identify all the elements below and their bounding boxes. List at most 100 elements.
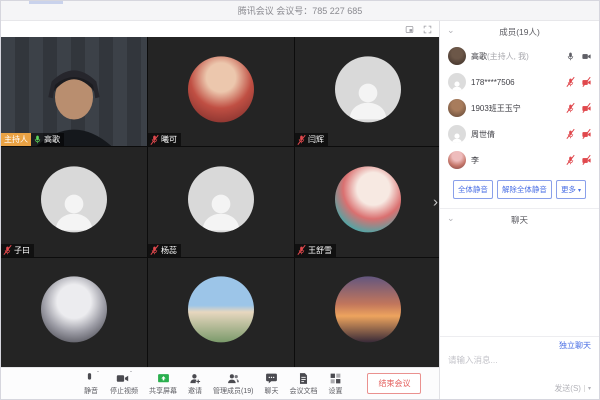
meeting-toolbar: ˆ 静音 ˆ 停止视频 共享屏幕 邀请 管理成员(19) 聊天 [1, 367, 441, 399]
manage-members-button[interactable]: 管理成员(19) [213, 372, 253, 396]
collapse-chat-icon[interactable]: ⌄ [447, 213, 455, 224]
member-row[interactable]: 李 [440, 147, 599, 173]
member-camera-icon[interactable] [582, 78, 591, 87]
layout-view-icon[interactable] [405, 25, 414, 34]
mute-button[interactable]: ˆ 静音 [83, 372, 99, 396]
stop-video-button[interactable]: ˆ 停止视频 [110, 372, 138, 396]
video-tile[interactable] [1, 258, 147, 367]
meeting-docs-button[interactable]: 会议文档 [289, 372, 317, 396]
member-camera-icon[interactable] [582, 130, 591, 139]
video-tile-host[interactable]: 主持人 高歌 [1, 37, 147, 146]
person-video-silhouette [11, 48, 137, 147]
sidebar: ⌄ 成员(19人) 高歌(主持人, 我) 178****7506 1903班王玉… [439, 21, 599, 399]
members-icon [227, 372, 240, 385]
member-avatar [448, 151, 466, 169]
person-icon [450, 79, 463, 91]
video-grid: 主持人 高歌 曦可 [1, 37, 441, 367]
members-section-header: ⌄ 成员(19人) [440, 21, 599, 43]
end-meeting-button[interactable]: 结束会议 [367, 373, 421, 394]
host-badge: 主持人 [1, 133, 31, 146]
person-icon [344, 75, 393, 122]
share-screen-icon [157, 372, 170, 385]
more-button[interactable]: 更多 ▾ [556, 180, 586, 199]
member-name: 178****7506 [471, 78, 515, 87]
member-avatar [448, 47, 466, 65]
member-mic-icon[interactable] [566, 52, 575, 61]
member-camera-icon[interactable] [582, 104, 591, 113]
chat-section-header: ⌄ 聊天 [440, 209, 599, 231]
chat-input[interactable] [440, 352, 599, 378]
member-avatar [448, 99, 466, 117]
unmute-all-button[interactable]: 解除全体静音 [497, 180, 552, 199]
members-header-label: 成员(19人) [499, 26, 540, 38]
person-icon [450, 131, 463, 143]
participant-avatar-placeholder [335, 56, 401, 122]
participant-avatar-placeholder [41, 166, 107, 232]
chat-button[interactable]: 聊天 [264, 372, 278, 396]
member-camera-icon[interactable] [582, 156, 591, 165]
video-tile[interactable]: 曦可 [148, 37, 294, 146]
send-button[interactable]: 发送(S) [554, 383, 581, 394]
member-row[interactable]: 178****7506 [440, 69, 599, 95]
meeting-window: 腾讯会议 会议号：785 227 685 [0, 0, 600, 400]
video-tile[interactable]: 闫辉 [295, 37, 441, 146]
member-mic-icon[interactable] [566, 130, 575, 139]
collapse-members-icon[interactable]: ⌄ [447, 25, 455, 36]
video-tile[interactable] [148, 258, 294, 367]
chat-header-label: 聊天 [511, 214, 528, 226]
settings-button[interactable]: 设置 [328, 372, 342, 396]
member-role-suffix: (主持人, 我) [487, 52, 529, 61]
chat-footer: 独立聊天 发送(S) ▾ [440, 336, 599, 399]
member-camera-icon[interactable] [582, 52, 591, 61]
video-tile[interactable] [295, 258, 441, 367]
member-row[interactable]: 1903班王玉宁 [440, 95, 599, 121]
participant-avatar [41, 277, 107, 343]
mic-icon [33, 135, 42, 144]
invite-icon [189, 372, 202, 385]
mic-muted-icon [297, 135, 306, 144]
detach-chat-link[interactable]: 独立聊天 [440, 337, 599, 352]
send-options-caret-icon[interactable]: ▾ [584, 385, 591, 392]
camera-icon [116, 372, 129, 385]
mic-muted-icon [150, 135, 159, 144]
member-name: 李 [471, 156, 479, 165]
participant-name: 曦可 [161, 134, 177, 145]
video-tile[interactable]: 杨蕊 [148, 147, 294, 256]
member-row[interactable]: 周世倩 [440, 121, 599, 147]
video-area: 主持人 高歌 曦可 [1, 21, 441, 399]
mic-muted-icon [297, 246, 306, 255]
member-mic-icon[interactable] [566, 78, 575, 87]
participant-name: 闫辉 [308, 134, 324, 145]
member-name: 周世倩 [471, 130, 495, 139]
member-mic-icon[interactable] [566, 104, 575, 113]
video-tile[interactable]: 子曰 [1, 147, 147, 256]
document-icon [297, 372, 310, 385]
participant-avatar [335, 166, 401, 232]
person-icon [50, 185, 99, 232]
settings-icon [329, 372, 342, 385]
fullscreen-icon[interactable] [423, 25, 432, 34]
member-name: 1903班王玉宁 [471, 104, 521, 113]
member-actions: 全体静音 解除全体静音 更多 ▾ [440, 173, 599, 208]
member-name: 高歌 [471, 52, 487, 61]
member-row[interactable]: 高歌(主持人, 我) [440, 43, 599, 69]
mic-muted-icon [150, 246, 159, 255]
chat-messages-area[interactable] [440, 231, 599, 336]
next-page-arrow[interactable]: › [431, 193, 440, 212]
titlebar: 腾讯会议 会议号：785 227 685 [1, 1, 599, 21]
share-screen-button[interactable]: 共享屏幕 [149, 372, 177, 396]
window-chrome-accent [29, 1, 63, 4]
mute-all-button[interactable]: 全体静音 [453, 180, 493, 199]
chevron-down-icon: ▾ [578, 188, 581, 194]
member-avatar-placeholder [448, 125, 466, 143]
video-tile[interactable]: 王舒雪 [295, 147, 441, 256]
person-icon [197, 185, 246, 232]
mic-muted-icon [3, 246, 12, 255]
participant-avatar [335, 277, 401, 343]
participant-name: 高歌 [44, 134, 60, 145]
member-mic-icon[interactable] [566, 156, 575, 165]
invite-button[interactable]: 邀请 [188, 372, 202, 396]
window-title: 腾讯会议 会议号：785 227 685 [238, 4, 363, 17]
participant-avatar [188, 56, 254, 122]
participant-name: 杨蕊 [161, 245, 177, 256]
